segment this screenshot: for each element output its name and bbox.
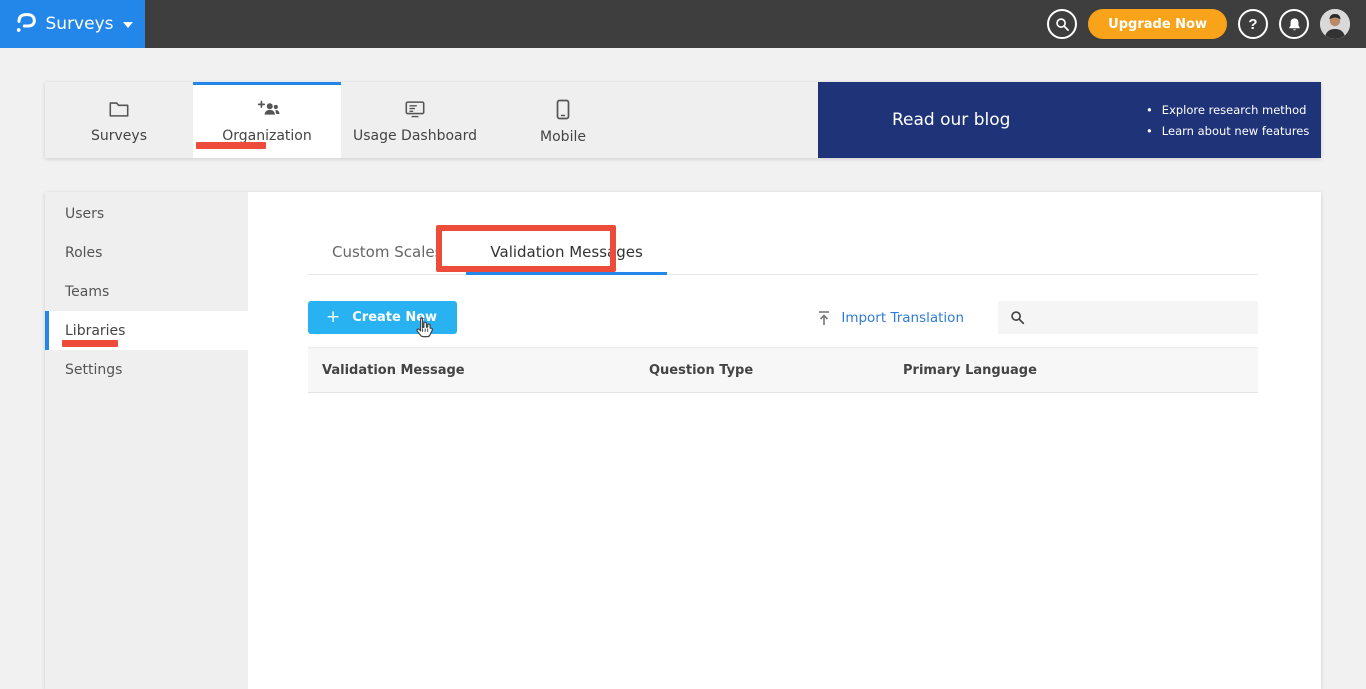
column-header-question-type: Question Type xyxy=(649,362,754,378)
toolbar: + Create New Import Translation xyxy=(308,301,1258,334)
nav-tab-label: Mobile xyxy=(540,128,586,145)
libraries-content: Custom Scales Validation Messages + Crea… xyxy=(248,192,1321,689)
search-icon xyxy=(1055,17,1069,31)
chevron-down-icon xyxy=(122,22,133,28)
nav-tab-mobile[interactable]: Mobile xyxy=(489,82,637,158)
import-upload-icon xyxy=(819,310,830,325)
sidebar-item-label: Users xyxy=(65,205,105,222)
questionpro-logo-icon xyxy=(13,9,37,40)
user-avatar[interactable] xyxy=(1320,9,1350,39)
create-new-button[interactable]: + Create New xyxy=(308,301,458,334)
product-switcher[interactable]: Surveys xyxy=(0,0,145,48)
blog-promo-panel[interactable]: Read our blog Explore research method Le… xyxy=(818,82,1321,158)
bell-icon xyxy=(1288,17,1300,30)
sidebar-item-label: Teams xyxy=(65,283,110,300)
nav-tab-label: Surveys xyxy=(91,128,147,144)
sidebar-item-libraries[interactable]: Libraries xyxy=(45,311,248,350)
topbar: Surveys Upgrade Now ? xyxy=(0,0,1366,48)
create-new-label: Create New xyxy=(352,310,438,325)
help-button[interactable]: ? xyxy=(1238,9,1268,39)
sidebar-item-label: Roles xyxy=(65,244,103,261)
search-button[interactable] xyxy=(1047,9,1078,39)
blog-bullet: Explore research method xyxy=(1146,100,1309,121)
topbar-actions: Upgrade Now ? xyxy=(1047,9,1366,39)
column-header-primary-language: Primary Language xyxy=(903,362,1037,378)
module-nav: Surveys Organization Usage Dashboard Mob… xyxy=(45,82,1321,158)
nav-tab-surveys[interactable]: Surveys xyxy=(45,82,193,158)
nav-tab-organization[interactable]: Organization xyxy=(193,82,341,158)
sidebar-item-users[interactable]: Users xyxy=(45,194,248,233)
mobile-phone-icon xyxy=(556,99,570,119)
organization-sidebar: Users Roles Teams Libraries Settings xyxy=(45,192,248,689)
product-name: Surveys xyxy=(45,14,114,34)
tab-custom-scales[interactable]: Custom Scales xyxy=(308,236,466,275)
search-icon xyxy=(1011,311,1025,325)
blog-title: Read our blog xyxy=(892,110,1011,130)
sidebar-item-label: Settings xyxy=(65,361,123,378)
question-mark-icon: ? xyxy=(1248,15,1258,33)
table-header-row: Validation Message Question Type Primary… xyxy=(308,347,1258,393)
column-header-validation-message: Validation Message xyxy=(322,362,465,378)
library-tabs: Custom Scales Validation Messages xyxy=(308,236,1258,275)
tab-validation-messages[interactable]: Validation Messages xyxy=(466,236,667,275)
notifications-button[interactable] xyxy=(1279,9,1309,39)
import-translation-label: Import Translation xyxy=(841,309,964,326)
search-box[interactable] xyxy=(998,301,1258,334)
blog-bullet-list: Explore research method Learn about new … xyxy=(1146,100,1310,142)
sidebar-item-settings[interactable]: Settings xyxy=(45,350,248,389)
add-users-icon xyxy=(257,100,280,115)
nav-tab-usage-dashboard[interactable]: Usage Dashboard xyxy=(341,82,489,158)
main-panel: Users Roles Teams Libraries Settings Cus… xyxy=(45,192,1321,689)
nav-tab-label: Organization xyxy=(222,128,312,144)
nav-tab-label: Usage Dashboard xyxy=(352,128,478,144)
dashboard-icon xyxy=(405,101,425,118)
blog-bullet: Learn about new features xyxy=(1146,121,1310,142)
search-input[interactable] xyxy=(1033,301,1258,334)
folder-icon xyxy=(109,102,129,117)
sidebar-item-label: Libraries xyxy=(65,322,126,339)
sidebar-item-teams[interactable]: Teams xyxy=(45,272,248,311)
import-translation-link[interactable]: Import Translation xyxy=(817,310,964,326)
plus-icon: + xyxy=(326,307,341,327)
sidebar-item-roles[interactable]: Roles xyxy=(45,233,248,272)
upgrade-now-button[interactable]: Upgrade Now xyxy=(1088,9,1227,39)
